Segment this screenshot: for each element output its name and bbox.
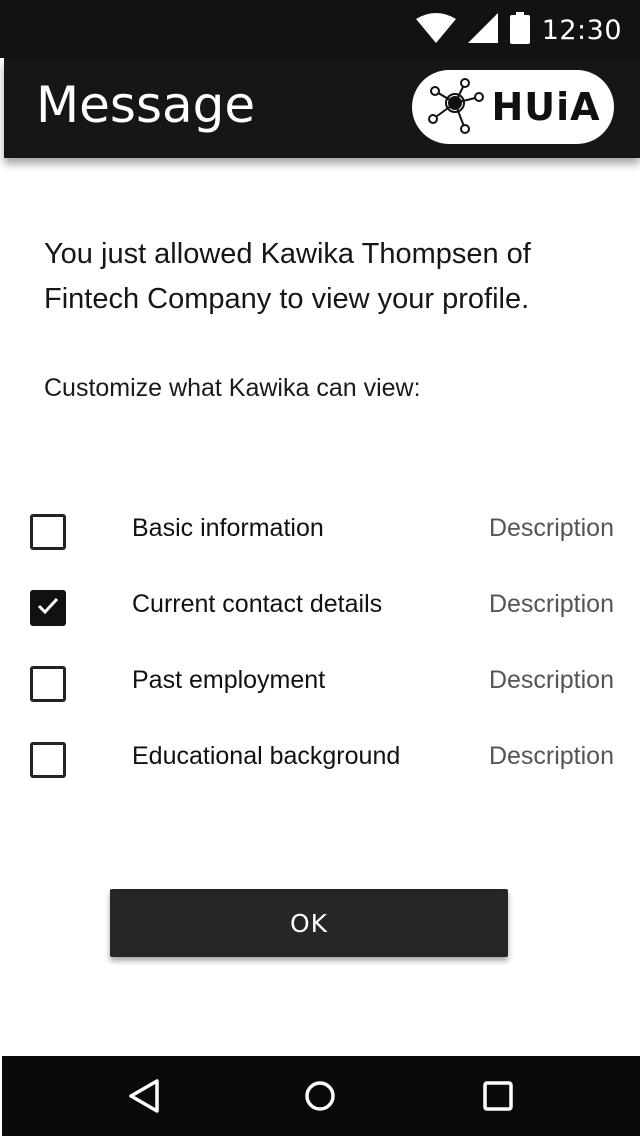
checkbox-educational-background[interactable] [30,742,66,778]
status-bar: 12:30 [0,0,640,58]
customize-label: Customize what Kawika can view: [44,374,421,402]
option-label: Educational background [132,742,401,770]
battery-icon [509,11,530,49]
recents-icon[interactable] [478,1076,518,1116]
status-icons: 12:30 [415,11,622,49]
options-list: Basic information Description Current co… [0,494,640,798]
nav-bar [2,1056,640,1136]
network-node-icon [425,75,485,140]
option-description[interactable]: Description [489,590,614,619]
option-description[interactable]: Description [489,514,614,543]
intro-text: You just allowed Kawika Thompsen of Fint… [44,238,531,315]
check-icon [36,594,60,623]
checkbox-basic-information[interactable] [30,514,66,550]
logo-text: HUiA [491,85,601,129]
wifi-icon [415,12,456,48]
option-label: Basic information [132,514,324,542]
back-icon[interactable] [124,1076,164,1116]
option-past-employment[interactable]: Past employment Description [0,646,640,722]
option-label: Current contact details [132,590,383,618]
checkbox-current-contact-details[interactable] [30,590,66,626]
ok-button[interactable]: OK [110,889,508,957]
checkbox-past-employment[interactable] [30,666,66,702]
option-educational-background[interactable]: Educational background Description [0,722,640,798]
status-time: 12:30 [541,14,622,46]
signal-icon [467,12,498,48]
home-icon[interactable] [300,1076,340,1116]
option-current-contact-details[interactable]: Current contact details Description [0,570,640,646]
page-title: Message [36,76,256,134]
option-description[interactable]: Description [489,666,614,695]
option-basic-information[interactable]: Basic information Description [0,494,640,570]
app-bar: Message HUiA [4,58,640,158]
option-description[interactable]: Description [489,742,614,771]
option-label: Past employment [132,666,326,694]
huia-logo: HUiA [412,70,614,144]
